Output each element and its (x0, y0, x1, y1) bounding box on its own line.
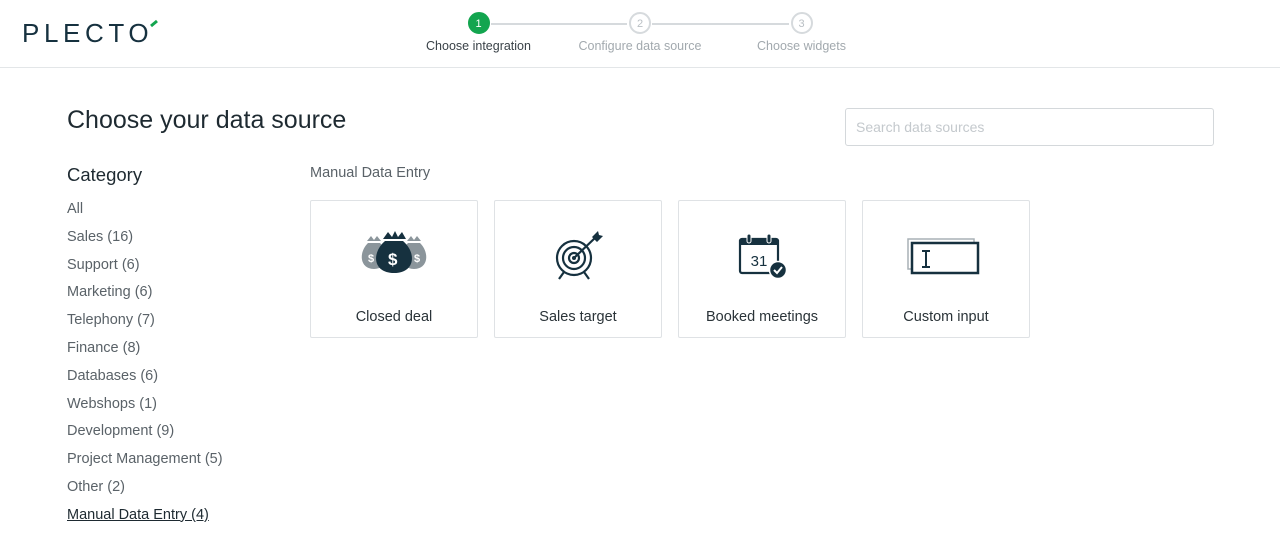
category-label: Sales (16) (67, 228, 134, 245)
category-item-support[interactable]: Support (6) (67, 255, 223, 283)
calendar-date: 31 (751, 253, 768, 270)
category-item-finance[interactable]: Finance (8) (67, 338, 223, 366)
category-label: Telephony (7) (67, 312, 155, 329)
step-choose-widgets[interactable]: 3 Choose widgets (722, 12, 882, 53)
card-sales-target[interactable]: Sales target (494, 200, 662, 338)
card-label: Custom input (903, 309, 989, 325)
section-label: Manual Data Entry (310, 165, 431, 181)
card-closed-deal[interactable]: $ $ $ Closed deal (310, 200, 478, 338)
svg-text:$: $ (414, 253, 420, 265)
money-bags-icon: $ $ $ (311, 231, 477, 283)
step-choose-integration[interactable]: 1 Choose integration (399, 12, 559, 53)
category-label: Development (9) (67, 423, 175, 440)
step-configure-data-source[interactable]: 2 Configure data source (560, 12, 720, 53)
category-label: Webshops (1) (67, 395, 157, 412)
progress-stepper: 1 Choose integration 2 Configure data so… (0, 0, 1280, 68)
page-title: Choose your data source (67, 106, 347, 134)
card-booked-meetings[interactable]: 31 Booked meetings (678, 200, 846, 338)
category-item-project-management[interactable]: Project Management (5) (67, 449, 223, 477)
card-label: Sales target (539, 309, 617, 325)
category-label: All (67, 201, 84, 217)
card-label: Booked meetings (705, 309, 819, 325)
step-label: Configure data source (578, 39, 702, 53)
step-number: 1 (467, 12, 490, 34)
category-item-telephony[interactable]: Telephony (7) (67, 310, 223, 338)
category-item-sales[interactable]: Sales (16) (67, 227, 223, 255)
svg-text:$: $ (368, 253, 374, 265)
category-item-webshops[interactable]: Webshops (1) (67, 394, 223, 422)
category-item-databases[interactable]: Databases (6) (67, 366, 223, 394)
category-item-marketing[interactable]: Marketing (6) (67, 282, 223, 310)
category-label: Support (6) (67, 256, 140, 273)
category-label: Manual Data Entry (4) (67, 506, 209, 523)
text-input-icon (863, 231, 1029, 283)
card-label: Closed deal (355, 309, 433, 325)
calendar-check-icon: 31 (679, 231, 845, 283)
step-number: 2 (629, 12, 651, 34)
category-item-other[interactable]: Other (2) (67, 477, 223, 505)
category-label: Databases (6) (67, 367, 159, 384)
search-input[interactable] (845, 108, 1214, 146)
category-item-development[interactable]: Development (9) (67, 421, 223, 449)
category-label: Finance (8) (67, 339, 141, 356)
category-heading: Category (67, 164, 143, 185)
step-label: Choose widgets (757, 39, 846, 53)
card-custom-input[interactable]: Custom input (862, 200, 1030, 338)
step-label: Choose integration (426, 39, 531, 53)
top-bar: PLECTO 1 Choose integration 2 Configure … (0, 0, 1280, 68)
category-item-manual-data-entry[interactable]: Manual Data Entry (4) (67, 505, 223, 533)
step-number: 3 (790, 12, 813, 34)
target-icon (495, 231, 661, 283)
category-label: Marketing (6) (67, 284, 153, 301)
category-label: Other (2) (67, 478, 126, 495)
category-label: Project Management (5) (67, 451, 223, 468)
category-item-all[interactable]: All (67, 199, 223, 227)
category-list: All Sales (16) Support (6) Marketing (6)… (67, 199, 223, 533)
svg-text:$: $ (388, 250, 398, 269)
